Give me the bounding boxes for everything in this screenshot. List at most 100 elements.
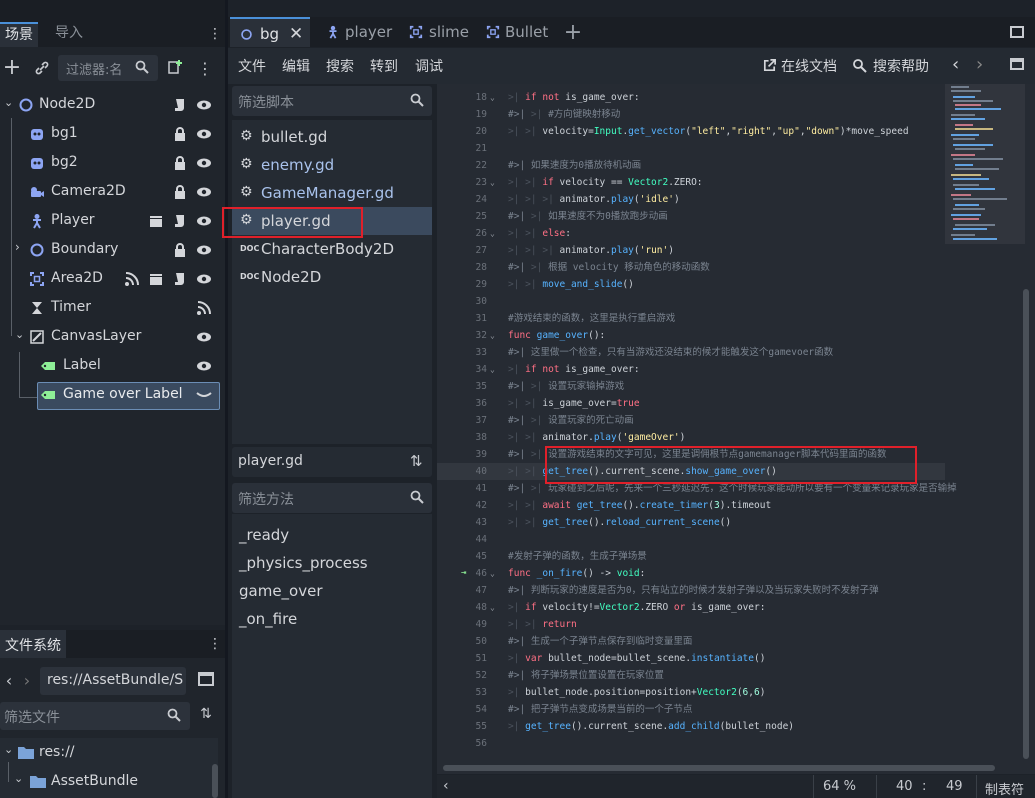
script-item-characterbody2d[interactable]: DOC CharacterBody2D <box>232 235 432 263</box>
tab-bullet[interactable]: Bullet <box>485 17 565 47</box>
code-line[interactable]: 55 >| get_tree().current_scene.add_child(… <box>437 718 947 735</box>
file-filter-input[interactable]: 筛选文件 <box>0 702 190 730</box>
signal-icon[interactable] <box>124 271 140 287</box>
visibility-eye-icon[interactable] <box>196 271 212 287</box>
tab-player[interactable]: player <box>324 17 404 47</box>
tree-node-area2d[interactable]: Area2D <box>0 265 220 294</box>
tree-node-bg2[interactable]: bg2 <box>0 149 220 178</box>
visibility-eye-icon[interactable] <box>196 97 212 113</box>
zoom-level[interactable]: 64 % <box>823 779 856 794</box>
dock-menu-icon[interactable]: ⋮ <box>208 25 222 43</box>
code-line[interactable]: 32 ⌄ func game_over(): <box>437 327 947 344</box>
next-script-icon[interactable]: › <box>976 54 983 75</box>
menu-debug[interactable]: 调试 <box>415 56 443 76</box>
toggle-scripts-panel-icon[interactable] <box>1010 58 1024 70</box>
tree-node-label[interactable]: Label <box>0 352 220 381</box>
code-line[interactable]: 49 >| >| return <box>437 616 947 633</box>
tree-node-timer[interactable]: Timer <box>0 294 220 323</box>
script-icon[interactable] <box>172 271 188 287</box>
tree-node-player[interactable]: Player <box>0 207 220 236</box>
code-line[interactable]: 19 #>| >| #方向键映射移动 <box>437 106 947 123</box>
link-icon[interactable] <box>32 58 52 78</box>
code-line[interactable]: 44 <box>437 531 947 548</box>
code-line[interactable]: 18 ⌄ >| if not is_game_over: <box>437 89 947 106</box>
visibility-eye-icon[interactable] <box>196 213 212 229</box>
visibility-eye-icon[interactable] <box>196 329 212 345</box>
code-line[interactable]: 45 #发射子弹的函数，生成子弹场景 <box>437 548 947 565</box>
vertical-scrollbar[interactable] <box>1023 289 1029 759</box>
lock-icon[interactable] <box>172 155 188 171</box>
scrollbar[interactable] <box>212 764 218 798</box>
search-help-button[interactable]: 搜索帮助 <box>852 56 932 76</box>
visibility-hidden-icon[interactable] <box>196 387 212 403</box>
lock-icon[interactable] <box>172 184 188 200</box>
code-line[interactable]: 20 >| >| velocity=Input.get_vector("left"… <box>437 123 947 140</box>
code-line[interactable]: 33 #>| 这里做一个检查，只有当游戏还没结束的候才能触发这个gamevoer函… <box>437 344 947 361</box>
tree-node-game-over-label[interactable]: Game over Label <box>0 381 220 410</box>
code-line[interactable]: 50 #>| 生成一个子弹节点保存到临时变量里面 <box>437 633 947 650</box>
chevron-down-icon[interactable]: ⌄ <box>4 743 13 756</box>
method-item[interactable]: game_over <box>239 582 323 600</box>
tree-node-bg1[interactable]: bg1 <box>0 120 220 149</box>
code-line[interactable]: 21 <box>437 140 947 157</box>
tab-filesystem[interactable]: 文件系统 <box>0 630 66 658</box>
add-tab-icon[interactable]: + <box>562 19 584 45</box>
code-line[interactable]: 56 <box>437 735 947 752</box>
lock-icon[interactable] <box>172 242 188 258</box>
code-line[interactable]: 30 <box>437 293 947 310</box>
tree-node-node2d[interactable]: ⌄ Node2D <box>0 91 220 120</box>
chevron-down-icon[interactable]: ⌄ <box>4 96 13 109</box>
tree-node-camera2d[interactable]: Camera2D <box>0 178 220 207</box>
code-line[interactable]: 53 >| bullet_node.position=position+Vecto… <box>437 684 947 701</box>
code-line[interactable]: 23 ⌄ >| >| if velocity == Vector2.ZERO: <box>437 174 947 191</box>
chevron-down-icon[interactable]: ⌄ <box>15 328 24 341</box>
code-line[interactable]: 37 #>| >| 设置玩家的死亡动画 <box>437 412 947 429</box>
method-item[interactable]: _on_fire <box>239 610 297 628</box>
lock-icon[interactable] <box>172 126 188 142</box>
signal-icon[interactable] <box>196 300 212 316</box>
forward-arrow-icon[interactable]: › <box>20 670 34 690</box>
code-line[interactable]: 35 #>| >| 设置玩家输掉游戏 <box>437 378 947 395</box>
close-icon[interactable]: ✕ <box>289 19 303 49</box>
fold-chevron-icon[interactable]: ⌄ <box>490 174 495 191</box>
fold-chevron-icon[interactable]: ⌄ <box>490 225 495 242</box>
tab-scene[interactable]: 场景 <box>0 22 38 47</box>
minimap-viewport[interactable] <box>945 84 1025 244</box>
toggle-panel-icon[interactable]: ‹ <box>443 778 449 794</box>
code-line[interactable]: 46 ⇥ ⌄ func _on_fire() -> void: <box>437 565 947 582</box>
script-item-node2d[interactable]: DOC Node2D <box>232 263 432 291</box>
script-icon[interactable] <box>172 213 188 229</box>
fold-chevron-icon[interactable]: ⌄ <box>490 565 495 582</box>
visibility-eye-icon[interactable] <box>196 358 212 374</box>
clapperboard-icon[interactable] <box>148 271 164 287</box>
code-line[interactable]: 47 #>| 判断玩家的速度是否为0，只有站立的时候才发射子弹以及当玩家失败时不发… <box>437 582 947 599</box>
fold-chevron-icon[interactable]: ⌄ <box>490 599 495 616</box>
menu-search[interactable]: 搜索 <box>326 56 354 76</box>
tree-node-boundary[interactable]: › Boundary <box>0 236 220 265</box>
code-line[interactable]: 24 >| >| >| animator.play('idle') <box>437 191 947 208</box>
file-tree-item[interactable]: res:// <box>39 744 75 760</box>
code-line[interactable]: 54 #>| 把子弹节点变成场景当前的一个子节点 <box>437 701 947 718</box>
path-input[interactable]: res://AssetBundle/S <box>40 667 186 695</box>
indent-mode[interactable]: 制表符 <box>985 779 1024 798</box>
add-node-icon[interactable]: + <box>2 55 22 80</box>
visibility-eye-icon[interactable] <box>196 242 212 258</box>
code-line[interactable]: 43 >| >| get_tree().reload_current_scene(… <box>437 514 947 531</box>
tab-bg[interactable]: bg ✕ <box>230 17 310 47</box>
tab-import[interactable]: 导入 <box>50 22 88 47</box>
method-item[interactable]: _ready <box>239 526 289 544</box>
file-tree-item[interactable]: AssetBundle <box>51 773 138 789</box>
sort-icon[interactable]: ⇅ <box>410 452 423 470</box>
script-item-enemy[interactable]: ⚙ enemy.gd <box>232 151 432 179</box>
code-line[interactable]: 22 #>| 如果速度为0播放待机动画 <box>437 157 947 174</box>
tab-slime[interactable]: slime <box>408 17 488 47</box>
code-line[interactable]: 36 >| >| is_game_over=true <box>437 395 947 412</box>
code-line[interactable]: 29 >| >| move_and_slide() <box>437 276 947 293</box>
more-options-icon[interactable]: ⋮ <box>197 58 213 78</box>
signal-connection-icon[interactable]: ⇥ <box>461 565 466 582</box>
menu-edit[interactable]: 编辑 <box>282 56 310 76</box>
method-item[interactable]: _physics_process <box>239 554 368 572</box>
code-line[interactable]: 52 #>| 将子弹场景位置设置在玩家位置 <box>437 667 947 684</box>
chevron-down-icon[interactable]: ⌄ <box>14 772 23 785</box>
code-line[interactable]: 42 >| >| await get_tree().create_timer(3)… <box>437 497 947 514</box>
